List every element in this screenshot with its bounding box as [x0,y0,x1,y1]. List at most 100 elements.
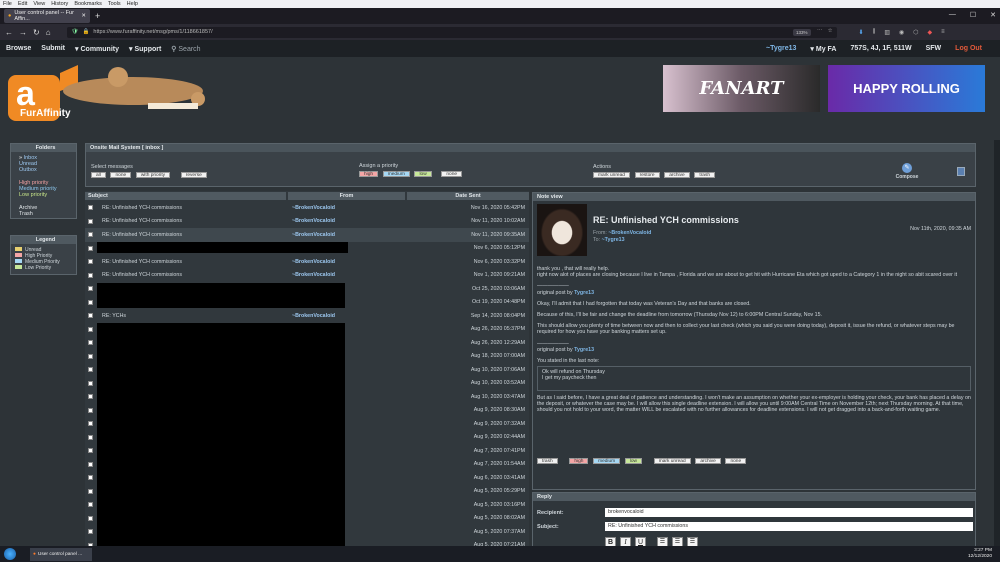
note-medium-button[interactable]: medium [593,458,621,464]
row-subject[interactable]: RE: Unfinished YCH commissions [102,218,182,224]
subject-field[interactable]: RE: Unfinished YCH commissions [605,522,973,531]
maximize-icon[interactable]: ☐ [970,11,976,19]
settings-icon[interactable] [957,167,965,176]
taskbar-app-firefox[interactable]: ● User control panel ... [30,547,92,561]
row-checkbox[interactable] [88,367,93,373]
select-with-priority-button[interactable]: with priority [135,172,171,178]
close-tab-icon[interactable]: ✕ [81,13,86,19]
ad-banner-fanart[interactable]: FANART [663,65,820,112]
table-row[interactable]: RE: Unfinished YCH commissions ~BrokenVoc… [85,255,529,269]
zoom-level[interactable]: 133% [793,28,811,36]
row-checkbox[interactable] [88,394,93,400]
row-from[interactable]: ~BrokenVocaloid [292,259,335,265]
new-tab-icon[interactable]: + [95,11,100,21]
row-checkbox[interactable] [88,205,93,211]
row-from[interactable]: ~BrokenVocaloid [292,218,335,224]
priority-low-button[interactable]: low [414,171,432,177]
row-from[interactable]: ~BrokenVocaloid [292,272,335,278]
row-checkbox[interactable] [88,407,93,413]
row-checkbox[interactable] [88,272,93,278]
addon-icon[interactable]: ◆ [928,29,933,36]
row-checkbox[interactable] [88,448,93,454]
row-checkbox[interactable] [88,529,93,535]
home-icon[interactable]: ⌂ [46,28,51,37]
windows-start-icon[interactable] [4,548,16,560]
column-from[interactable]: From [288,192,405,200]
row-from[interactable]: ~BrokenVocaloid [292,232,335,238]
compose-button[interactable]: ✎ Compose [892,163,922,180]
download-icon[interactable]: ⬇ [859,29,864,36]
row-checkbox[interactable] [88,232,93,238]
row-checkbox[interactable] [88,380,93,386]
folder-trash[interactable]: Trash [19,211,76,217]
minimize-icon[interactable]: — [949,11,956,19]
column-subject[interactable]: Subject [85,192,286,200]
reload-icon[interactable]: ↻ [33,28,40,37]
row-checkbox[interactable] [88,515,93,521]
account-icon[interactable]: ◉ [899,29,904,36]
restore-button[interactable]: restore [634,172,660,178]
note-archive-button[interactable]: archive [695,458,721,464]
menu-tools[interactable]: Tools [108,1,121,7]
row-checkbox[interactable] [88,245,93,251]
table-row[interactable]: RE: Unfinished YCH commissions ~BrokenVoc… [85,215,529,229]
column-date-sent[interactable]: Date Sent [407,192,529,200]
mark-unread-button[interactable]: mark unread [593,172,630,178]
priority-none-button[interactable]: none [441,171,463,177]
nav-search[interactable]: ⚲ Search [171,45,200,53]
trash-button[interactable]: trash [694,172,716,178]
row-checkbox[interactable] [88,488,93,494]
row-checkbox[interactable] [88,299,93,305]
menu-bookmarks[interactable]: Bookmarks [74,1,102,7]
url-bar[interactable]: 🛡 🔒 https://www.furaffinity.net/msg/pms/… [66,26,837,38]
menu-help[interactable]: Help [127,1,138,7]
table-row[interactable]: RE: YCHs ~BrokenVocaloid Sep 14, 2020 08:0… [85,309,529,323]
row-checkbox[interactable] [88,259,93,265]
back-icon[interactable]: ← [5,28,13,37]
select-none-button[interactable]: none [110,172,132,178]
system-clock[interactable]: 3:27 PM 12/12/2020 [968,548,992,560]
menu-view[interactable]: View [33,1,45,7]
note-low-button[interactable]: low [624,458,643,464]
note-mark-unread-button[interactable]: mark unread [653,458,691,464]
row-checkbox[interactable] [88,313,93,319]
row-from[interactable]: ~BrokenVocaloid [292,313,335,319]
row-checkbox[interactable] [88,434,93,440]
row-checkbox[interactable] [88,286,93,292]
note-to-user[interactable]: ~Tygre13 [602,237,625,243]
row-subject[interactable]: RE: Unfinished YCH commissions [102,272,182,278]
recipient-field[interactable]: brokenvocaloid [605,508,973,517]
row-subject[interactable]: RE: Unfinished YCH commissions [102,232,182,238]
nav-logout[interactable]: Log Out [955,45,982,52]
menu-file[interactable]: File [3,1,12,7]
sender-avatar[interactable] [537,204,587,256]
more-icon[interactable]: ⋯ [817,28,823,34]
note-trash-button[interactable]: trash [537,458,558,464]
row-checkbox[interactable] [88,461,93,467]
close-window-icon[interactable]: ✕ [990,11,996,19]
row-subject[interactable]: RE: Unfinished YCH commissions [102,259,182,265]
archive-button[interactable]: archive [664,172,690,178]
row-checkbox[interactable] [88,340,93,346]
row-checkbox[interactable] [88,326,93,332]
table-row[interactable]: RE: Unfinished YCH commissions ~BrokenVoc… [85,228,529,242]
priority-medium-button[interactable]: medium [382,171,410,177]
row-checkbox[interactable] [88,502,93,508]
original-post-user[interactable]: Tygre13 [574,347,594,353]
forward-icon[interactable]: → [19,28,27,37]
nav-browse[interactable]: Browse [6,45,31,52]
nav-community[interactable]: ▾ Community [75,45,119,53]
priority-high-button[interactable]: high [359,171,379,177]
ad-banner-happy-rolling[interactable]: HAPPY ROLLING [828,65,985,112]
nav-user[interactable]: ~Tygre13 [766,45,796,52]
row-from[interactable]: ~BrokenVocaloid [292,205,335,211]
table-row[interactable]: RE: Unfinished YCH commissions ~BrokenVoc… [85,269,529,283]
note-high-button[interactable]: high [569,458,589,464]
select-all-button[interactable]: all [91,172,106,178]
row-checkbox[interactable] [88,421,93,427]
select-reverse-button[interactable]: reverse [180,172,207,178]
row-checkbox[interactable] [88,218,93,224]
row-checkbox[interactable] [88,353,93,359]
extension-icon[interactable]: ⬡ [913,29,918,36]
nav-submit[interactable]: Submit [41,45,65,52]
